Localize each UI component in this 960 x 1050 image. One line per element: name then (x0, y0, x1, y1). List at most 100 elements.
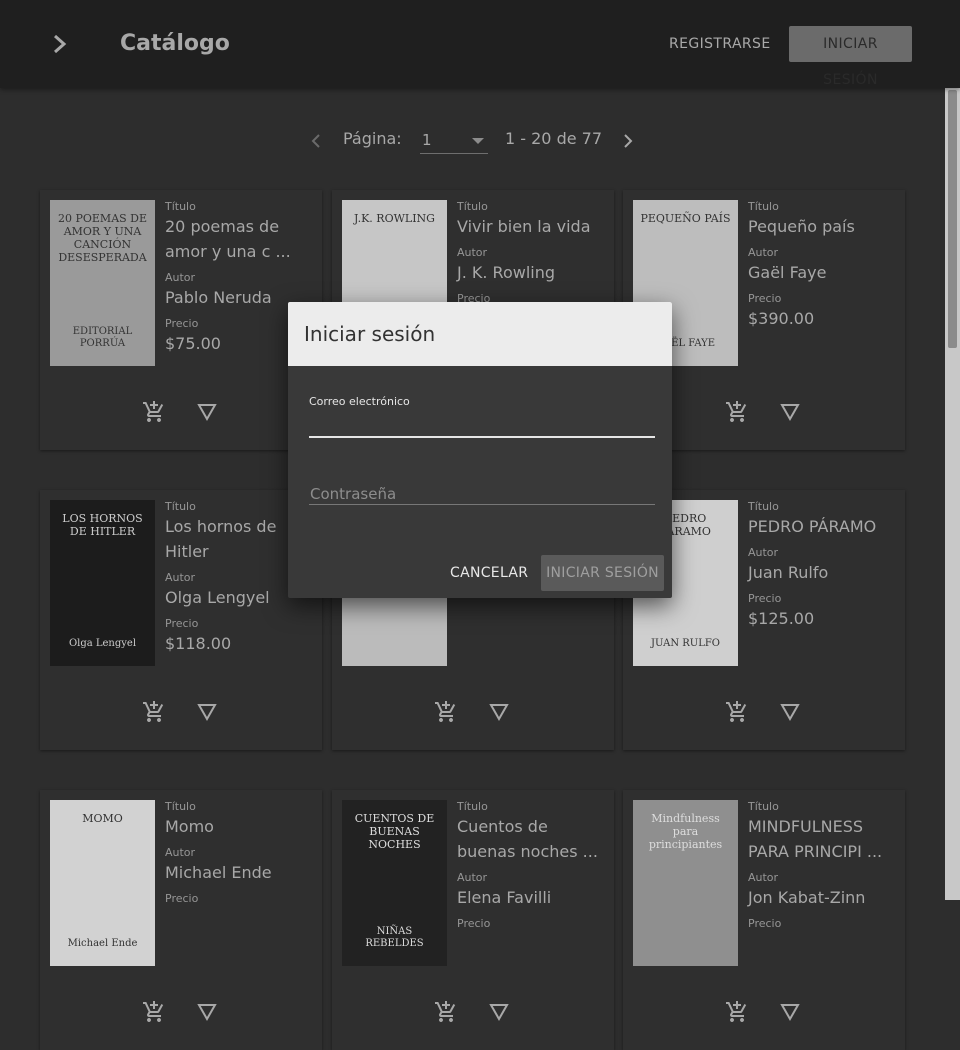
book-title: Cuentos de buenas noches ... (457, 817, 598, 861)
add-shopping-cart-icon (143, 701, 164, 722)
triangle-down-icon (489, 704, 509, 722)
book-title: 20 poemas de amor y una c ... (165, 217, 291, 261)
cover-bottom-text: NIÑAS REBELDES (365, 926, 424, 949)
book-title: Pequeño país (748, 217, 855, 236)
cover-top-text: Mindfulness para principiantes (648, 812, 723, 851)
card-actions (332, 700, 614, 730)
details-button[interactable] (779, 702, 801, 726)
book-author: J. K. Rowling (457, 263, 556, 282)
app-header: Catálogo REGISTRARSE INICIAR SESIÓN (0, 0, 960, 88)
book-price: $125.00 (748, 609, 815, 628)
triangle-down-icon (780, 1004, 800, 1022)
add-shopping-cart-icon (726, 701, 747, 722)
price-label: Precio (165, 617, 199, 630)
cover-bottom-text: EDITORIAL PORRÚA (72, 326, 133, 349)
details-button[interactable] (779, 1002, 801, 1026)
book-title: Momo (165, 817, 214, 836)
chevron-right-icon (624, 134, 633, 148)
cover-top-text: CUENTOS DE BUENAS NOCHES (354, 812, 435, 851)
book-author: Juan Rulfo (748, 563, 829, 582)
details-button[interactable] (488, 702, 510, 726)
book-cover[interactable]: MOMO Michael Ende (50, 800, 155, 966)
price-label: Precio (457, 917, 491, 930)
page-range: 1 - 20 de 77 (505, 129, 603, 148)
details-button[interactable] (196, 402, 218, 426)
book-info: Título Cuentos de buenas noches ... Autor E… (457, 800, 607, 938)
add-to-cart-button[interactable] (725, 700, 749, 728)
card-actions (40, 700, 322, 730)
title-label: Título (457, 200, 488, 213)
book-card[interactable]: LOS HORNOS DE HITLER Olga Lengyel Título Lo… (40, 490, 322, 750)
chevron-left-icon (311, 134, 320, 148)
add-shopping-cart-icon (726, 1001, 747, 1022)
cover-top-text: MOMO (82, 812, 123, 825)
price-label: Precio (748, 917, 782, 930)
book-cover[interactable]: CUENTOS DE BUENAS NOCHES NIÑAS REBELDES (342, 800, 447, 966)
book-cover[interactable]: 20 POEMAS DE AMOR Y UNA CANCIÓN DESESPER… (50, 200, 155, 366)
add-to-cart-button[interactable] (142, 400, 166, 428)
book-author: Michael Ende (165, 863, 272, 882)
cover-top-text: PEQUEÑO PAÍS (640, 212, 731, 225)
scrollbar-thumb[interactable] (948, 90, 957, 348)
book-price: $118.00 (165, 634, 232, 653)
title-label: Título (748, 500, 779, 513)
triangle-down-icon (197, 704, 217, 722)
add-to-cart-button[interactable] (434, 700, 458, 728)
add-to-cart-button[interactable] (725, 1000, 749, 1028)
title-label: Título (748, 200, 779, 213)
pagination: Página: 1 1 - 20 de 77 (0, 125, 945, 157)
submit-login-button[interactable]: INICIAR SESIÓN (541, 555, 664, 591)
book-cover[interactable]: Mindfulness para principiantes (633, 800, 738, 966)
login-dialog: Iniciar sesión Correo electrónico Contra… (288, 302, 672, 598)
book-info: Título Momo Autor Michael Ende Precio (165, 800, 315, 913)
author-label: Autor (748, 246, 779, 259)
triangle-down-icon (780, 404, 800, 422)
add-to-cart-button[interactable] (725, 400, 749, 428)
book-card[interactable]: CUENTOS DE BUENAS NOCHES NIÑAS REBELDES Tí… (332, 790, 614, 1050)
book-info: Título PEDRO PÁRAMO Autor Juan Rulfo Precio $… (748, 500, 898, 638)
details-button[interactable] (488, 1002, 510, 1026)
card-actions (623, 1000, 905, 1030)
title-label: Título (165, 200, 196, 213)
page-title: Catálogo (120, 31, 230, 56)
cancel-button[interactable]: CANCELAR (444, 555, 534, 591)
add-shopping-cart-icon (726, 401, 747, 422)
cover-top-text: J.K. ROWLING (354, 212, 435, 225)
book-cover[interactable]: LOS HORNOS DE HITLER Olga Lengyel (50, 500, 155, 666)
triangle-down-icon (197, 1004, 217, 1022)
dialog-header: Iniciar sesión (288, 302, 672, 366)
book-card[interactable]: 20 POEMAS DE AMOR Y UNA CANCIÓN DESESPER… (40, 190, 322, 450)
author-label: Autor (748, 871, 779, 884)
add-to-cart-button[interactable] (142, 1000, 166, 1028)
title-label: Título (457, 800, 488, 813)
book-author: Elena Favilli (457, 888, 552, 907)
register-button[interactable]: REGISTRARSE (663, 26, 777, 62)
title-label: Título (748, 800, 779, 813)
scrollbar[interactable] (945, 88, 960, 900)
password-placeholder: Contraseña (310, 485, 397, 503)
book-info: Título Pequeño país Autor Gaël Faye Precio $3… (748, 200, 898, 338)
email-field[interactable] (309, 410, 655, 438)
page-select[interactable]: 1 (420, 127, 488, 154)
author-label: Autor (748, 546, 779, 559)
cover-top-text: LOS HORNOS DE HITLER (62, 512, 143, 538)
cover-top-text: 20 POEMAS DE AMOR Y UNA CANCIÓN DESESPER… (57, 212, 148, 264)
book-card[interactable]: Mindfulness para principiantes Título MIND… (623, 790, 905, 1050)
book-price: $390.00 (748, 309, 815, 328)
previous-page-button[interactable] (307, 129, 325, 157)
details-button[interactable] (196, 702, 218, 726)
add-to-cart-button[interactable] (434, 1000, 458, 1028)
details-button[interactable] (196, 1002, 218, 1026)
password-field[interactable]: Contraseña (309, 482, 655, 505)
menu-toggle-button[interactable] (44, 28, 76, 60)
email-label: Correo electrónico (309, 395, 410, 408)
next-page-button[interactable] (619, 129, 637, 157)
book-info: Título Vivir bien la vida Autor J. K. Rowli… (457, 200, 607, 313)
book-card[interactable]: MOMO Michael Ende Título Momo Autor Michael E… (40, 790, 322, 1050)
details-button[interactable] (779, 402, 801, 426)
add-shopping-cart-icon (143, 401, 164, 422)
add-to-cart-button[interactable] (142, 700, 166, 728)
author-label: Autor (165, 846, 196, 859)
card-actions (40, 1000, 322, 1030)
login-button[interactable]: INICIAR SESIÓN (789, 26, 912, 88)
